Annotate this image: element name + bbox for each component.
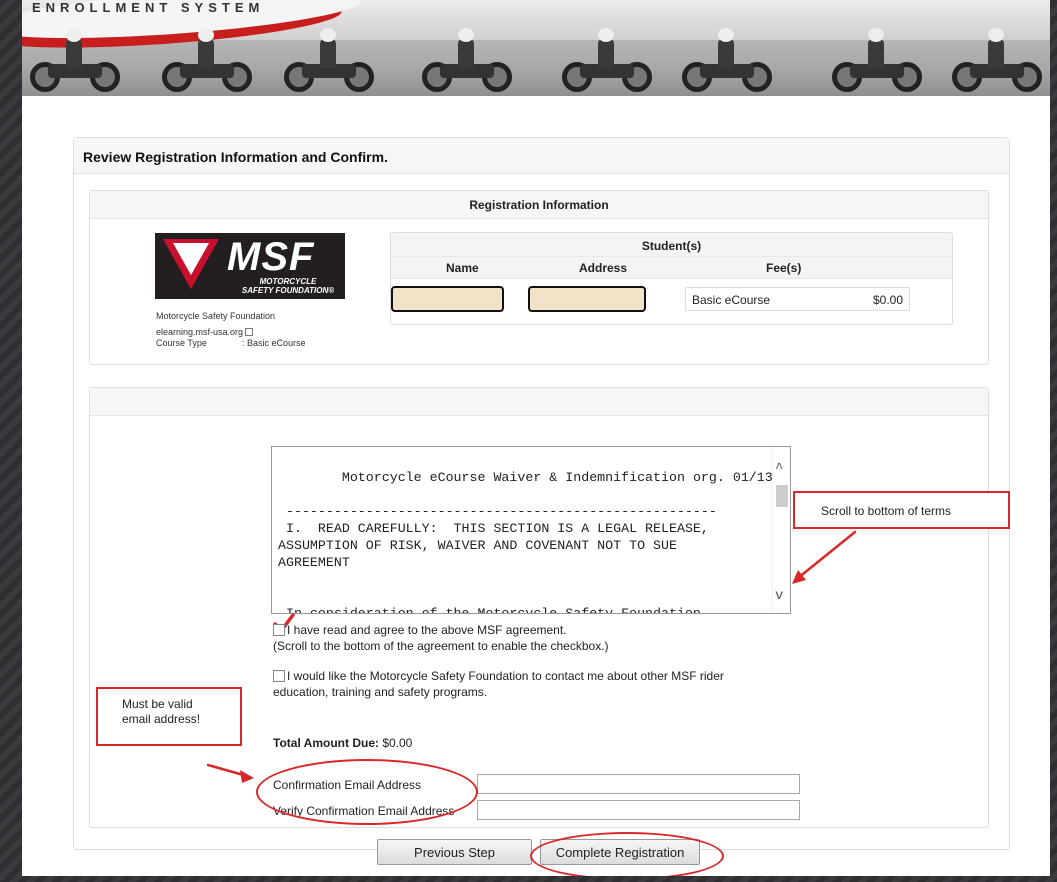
browser-page: ENROLLMENT SYSTEM Review Registration In… [22, 0, 1050, 876]
annotation-arrows [206, 530, 857, 783]
